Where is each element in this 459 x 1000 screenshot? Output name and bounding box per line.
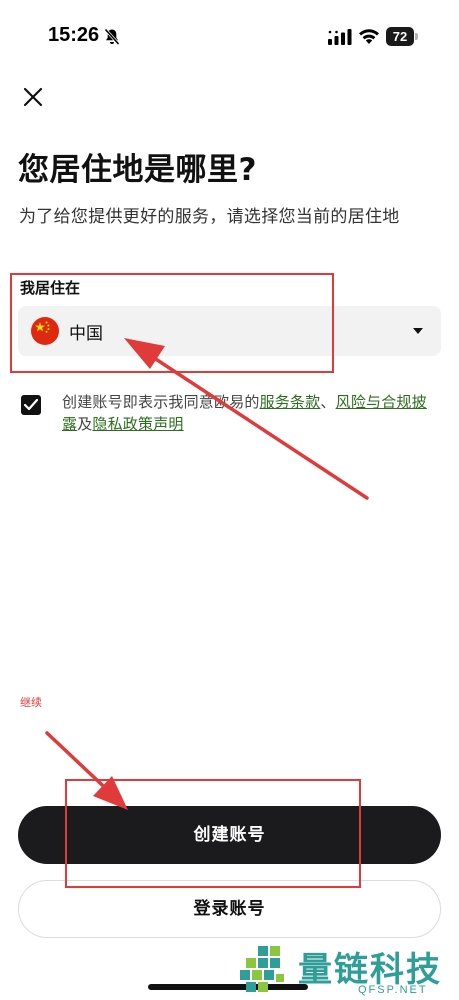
checkmark-icon (23, 398, 39, 411)
onboarding-screen: 15:26 72 您居住地是哪里? 为了给您提供更好的服务，请选择您当前的居住地… (0, 0, 459, 1000)
watermark-site: QFSP.NET (358, 984, 428, 996)
bell-off-icon (104, 28, 120, 46)
status-bar: 15:26 72 (0, 0, 459, 74)
caret-down-icon (413, 328, 423, 334)
continue-annotation: 继续 (20, 696, 42, 709)
agreement-checkbox[interactable] (21, 395, 41, 415)
status-time: 15:26 (48, 24, 100, 46)
residence-label: 我居住在 (20, 279, 81, 297)
battery-cap (415, 33, 418, 40)
agreement-and: 及 (77, 415, 93, 433)
agreement-separator: 、 (320, 393, 336, 411)
battery-icon: 72 (386, 27, 414, 46)
arrow-to-create-button (45, 731, 128, 810)
privacy-link[interactable]: 隐私政策声明 (92, 415, 183, 433)
wifi-icon (359, 29, 379, 44)
selected-country: 中国 (69, 324, 103, 344)
terms-link[interactable]: 服务条款 (260, 393, 321, 411)
page-title: 您居住地是哪里? (18, 152, 257, 188)
china-flag-icon (31, 317, 59, 345)
login-button[interactable]: 登录账号 (18, 880, 441, 938)
watermark-logo-icon (240, 946, 284, 992)
signal-icon (328, 29, 352, 45)
country-select[interactable]: 中国 (18, 306, 441, 356)
create-account-button[interactable]: 创建账号 (18, 806, 441, 864)
page-subtitle: 为了给您提供更好的服务，请选择您当前的居住地 (19, 207, 400, 227)
watermark: 量链科技 QFSP.NET (238, 940, 459, 1000)
close-icon[interactable] (20, 84, 46, 110)
agreement-prefix: 创建账号即表示我同意欧易的 (62, 393, 260, 411)
agreement-text: 创建账号即表示我同意欧易的服务条款、风险与合规披露及隐私政策声明 (62, 391, 440, 435)
